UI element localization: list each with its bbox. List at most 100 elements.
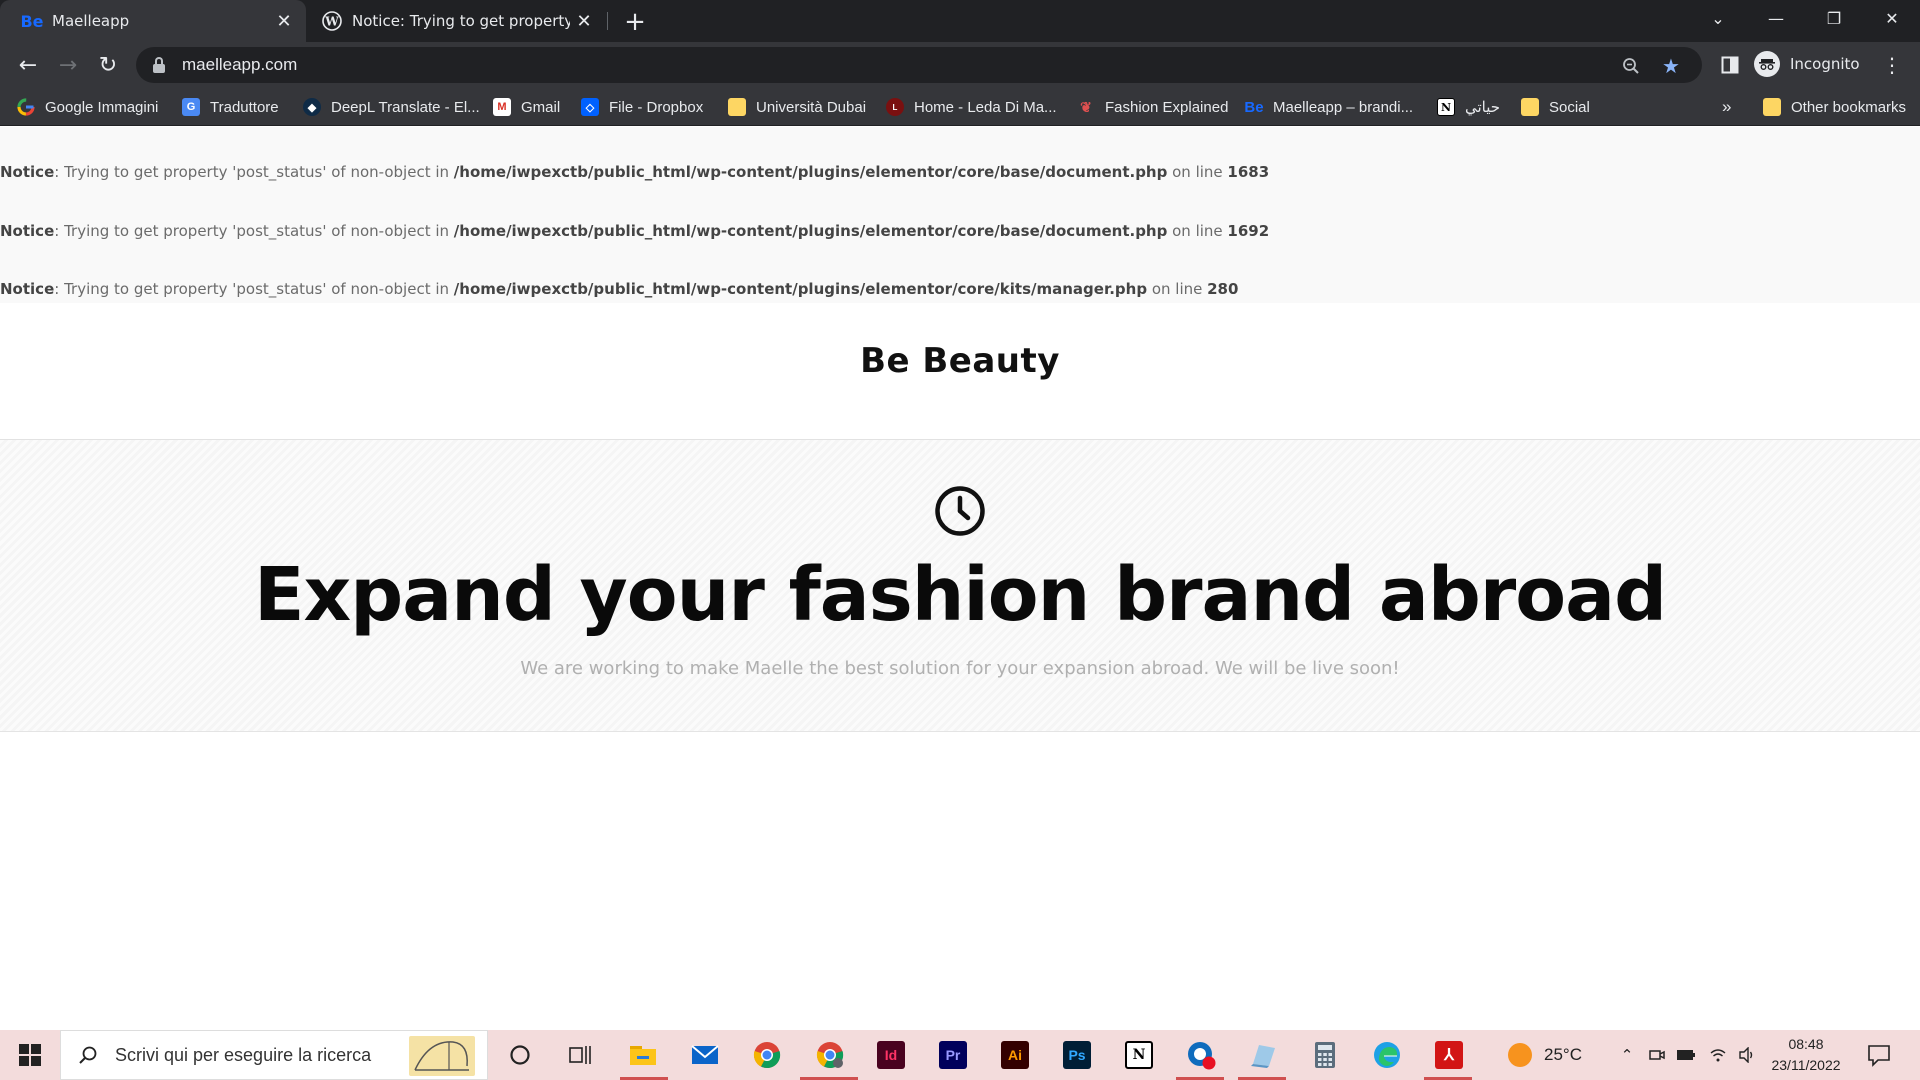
forward-button[interactable]: → xyxy=(52,49,84,81)
close-tab-icon[interactable]: ✕ xyxy=(570,7,598,35)
app-icon[interactable] xyxy=(1243,1035,1283,1075)
folder-icon xyxy=(1521,98,1539,116)
bookmark-leda[interactable]: L Home - Leda Di Ma... xyxy=(886,96,1057,118)
bookmark-gmail[interactable]: M Gmail xyxy=(493,96,560,118)
task-view-icon[interactable] xyxy=(560,1035,600,1075)
php-notices: Notice: Trying to get property 'post_sta… xyxy=(0,127,1920,303)
profile-label: Incognito xyxy=(1790,55,1860,73)
bookmarks-bar: Google Immagini G Traduttore ◆ DeepL Tra… xyxy=(0,88,1920,126)
bookmark-label: Google Immagini xyxy=(45,98,159,116)
chevron-up-icon[interactable]: ⌃ xyxy=(1616,1044,1638,1066)
new-tab-button[interactable]: + xyxy=(620,7,650,37)
zoom-icon[interactable] xyxy=(1620,55,1642,77)
search-placeholder: Scrivi qui per eseguire la ricerca xyxy=(115,1044,372,1065)
clock-time: 08:48 xyxy=(1788,1036,1824,1052)
bookmark-traduttore[interactable]: G Traduttore xyxy=(182,96,279,118)
notification-center-icon[interactable] xyxy=(1866,1042,1892,1068)
tab-strip: Be Maelleapp ✕ W Notice: Trying to get p… xyxy=(0,0,1920,42)
bookmark-label: File - Dropbox xyxy=(609,98,704,116)
folder-icon xyxy=(1763,98,1781,116)
taskbar-search-box[interactable]: Scrivi qui per eseguire la ricerca xyxy=(60,1030,488,1080)
deepl-icon: ◆ xyxy=(303,98,321,116)
bookmark-label: DeepL Translate - El... xyxy=(331,98,480,116)
windows-taskbar: Scrivi qui per eseguire la ricerca Id Pr… xyxy=(0,1030,1920,1080)
other-bookmarks-folder[interactable]: Other bookmarks xyxy=(1763,96,1906,118)
tab-separator xyxy=(607,12,608,30)
illustrator-icon[interactable]: Ai xyxy=(995,1035,1035,1075)
lock-icon[interactable] xyxy=(152,57,166,73)
indesign-icon[interactable]: Id xyxy=(871,1035,911,1075)
clock-icon xyxy=(935,486,985,536)
weather-widget[interactable]: 25°C xyxy=(1508,1030,1582,1080)
bookmark-deepl[interactable]: ◆ DeepL Translate - El... xyxy=(303,96,480,118)
volume-icon[interactable] xyxy=(1736,1044,1758,1066)
translate-icon: G xyxy=(182,98,200,116)
dropbox-icon: ◇ xyxy=(581,98,599,116)
google-icon xyxy=(17,98,35,116)
menu-kebab-icon[interactable]: ⋮ xyxy=(1876,49,1908,81)
windows-icon xyxy=(19,1044,41,1066)
site-icon: ❦ xyxy=(1080,98,1092,115)
bookmark-label: حياتي xyxy=(1465,99,1501,116)
close-window-button[interactable]: ✕ xyxy=(1864,0,1920,36)
notion-icon: N xyxy=(1437,98,1455,116)
close-tab-icon[interactable]: ✕ xyxy=(270,7,298,35)
site-title[interactable]: Be Beauty xyxy=(0,341,1920,381)
hero-headline: Expand your fashion brand abroad xyxy=(253,552,1667,638)
outlook-icon[interactable] xyxy=(1181,1035,1221,1075)
notice-line: Notice: Trying to get property 'post_sta… xyxy=(0,163,1270,181)
site-icon: L xyxy=(886,98,904,116)
url-text[interactable]: maelleapp.com xyxy=(182,55,297,75)
meet-now-icon[interactable] xyxy=(1646,1044,1668,1066)
bookmark-google-immagini[interactable]: Google Immagini xyxy=(17,96,158,118)
tab-search-icon[interactable]: ⌄ xyxy=(1690,0,1746,36)
acrobat-icon[interactable]: ⅄ xyxy=(1429,1035,1469,1075)
notice-line: Notice: Trying to get property 'post_sta… xyxy=(0,280,1239,298)
calculator-icon[interactable] xyxy=(1305,1035,1345,1075)
file-explorer-icon[interactable] xyxy=(623,1035,663,1075)
bookmark-folder-universita-dubai[interactable]: Università Dubai xyxy=(728,96,866,118)
side-panel-icon[interactable] xyxy=(1714,49,1746,81)
incognito-profile-button[interactable]: Incognito xyxy=(1754,47,1870,81)
svg-text:W: W xyxy=(324,15,339,29)
bookmark-maelleapp-behance[interactable]: Be Maelleapp – brandi... xyxy=(1244,96,1413,118)
reload-button[interactable]: ↻ xyxy=(92,49,124,81)
bookmark-notion[interactable]: N حياتي xyxy=(1437,96,1500,118)
sun-icon xyxy=(1508,1043,1532,1067)
bookmark-fashion-explained[interactable]: ❦ Fashion Explained xyxy=(1077,96,1228,118)
hero-subtext: We are working to make Maelle the best s… xyxy=(520,658,1400,679)
tab-notice[interactable]: W Notice: Trying to get property 'po ✕ xyxy=(308,0,606,42)
bookmark-label: Traduttore xyxy=(210,98,279,116)
clock-date: 23/11/2022 xyxy=(1771,1057,1841,1073)
search-highlight-icon xyxy=(409,1036,475,1076)
system-clock[interactable]: 08:48 23/11/2022 xyxy=(1764,1034,1848,1076)
back-button[interactable]: ← xyxy=(12,49,44,81)
web-page: Notice: Trying to get property 'post_sta… xyxy=(0,127,1920,1030)
bookmarks-overflow-button[interactable]: » xyxy=(1722,96,1731,118)
bookmark-folder-social[interactable]: Social xyxy=(1521,96,1590,118)
wordpress-icon: W xyxy=(322,11,342,31)
behance-favicon-icon: Be xyxy=(20,11,44,31)
battery-icon[interactable] xyxy=(1675,1044,1697,1066)
minimize-button[interactable]: — xyxy=(1748,0,1804,36)
address-bar[interactable]: maelleapp.com ★ xyxy=(136,47,1702,83)
cortana-icon[interactable] xyxy=(500,1035,540,1075)
notion-icon[interactable]: N xyxy=(1119,1035,1159,1075)
notice-line: Notice: Trying to get property 'post_sta… xyxy=(0,222,1270,240)
other-bookmarks-label: Other bookmarks xyxy=(1791,98,1907,116)
restore-button[interactable]: ❐ xyxy=(1806,0,1862,36)
start-button[interactable] xyxy=(0,1030,60,1080)
chrome-icon[interactable] xyxy=(747,1035,787,1075)
bookmark-dropbox[interactable]: ◇ File - Dropbox xyxy=(581,96,703,118)
bookmark-star-icon[interactable]: ★ xyxy=(1660,54,1682,78)
tab-maelleapp[interactable]: Be Maelleapp ✕ xyxy=(0,0,306,42)
mail-icon[interactable] xyxy=(685,1035,725,1075)
wifi-icon[interactable] xyxy=(1707,1044,1729,1066)
chrome-incognito-icon[interactable] xyxy=(810,1035,850,1075)
bookmark-label: Home - Leda Di Ma... xyxy=(914,98,1057,116)
photoshop-icon[interactable]: Ps xyxy=(1057,1035,1097,1075)
premiere-icon[interactable]: Pr xyxy=(933,1035,973,1075)
edge-icon[interactable] xyxy=(1367,1035,1407,1075)
tab-title: Maelleapp xyxy=(52,12,130,30)
gmail-icon: M xyxy=(493,98,511,116)
